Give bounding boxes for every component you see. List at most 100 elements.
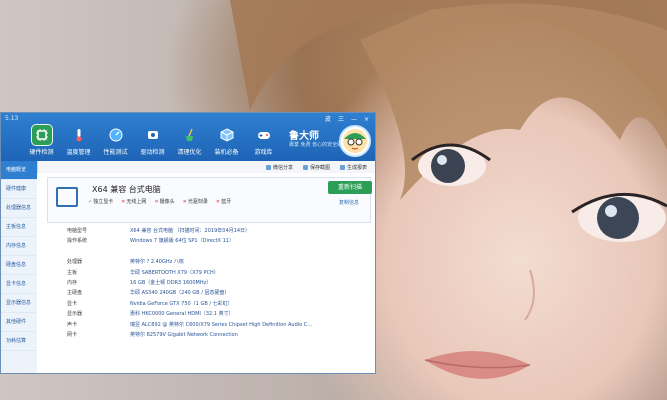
tab-performance-test[interactable]: 性能测试 bbox=[97, 125, 134, 156]
window-controls: 皮 三 — × bbox=[325, 116, 369, 124]
info-value: Windows 7 旗舰版 64位 SP1（DirectX 11） bbox=[130, 238, 234, 245]
tab-label: 温度管理 bbox=[66, 149, 91, 156]
info-key: 网卡 bbox=[67, 331, 78, 338]
action-label: 保存截图 bbox=[309, 164, 330, 171]
info-value: X64 兼容 台式电脑 （扫描时间：2019年04月14日） bbox=[130, 228, 251, 234]
check-item: ✕无线上网 bbox=[121, 198, 146, 205]
tab-essentials[interactable]: 装机必备 bbox=[208, 125, 245, 156]
info-value: 瑞昱 ALC892 @ 英特尔 C600/X79 Series Chipset … bbox=[130, 321, 313, 328]
info-value: Nvidia GeForce GTX 750（1 GB / 七彩虹） bbox=[130, 300, 233, 307]
sidebar: 电脑概览 硬件健康 处理器信息 主板信息 内存信息 硬盘信息 显卡信息 显示器信… bbox=[1, 161, 38, 373]
info-row: 网卡 英特尔 82579V Gigabit Network Connection bbox=[67, 331, 312, 341]
info-row: 声卡 瑞昱 ALC892 @ 英特尔 C600/X79 Series Chipse… bbox=[67, 321, 312, 331]
info-row-spacer bbox=[67, 248, 312, 258]
sidebar-item-memory[interactable]: 内存信息 bbox=[1, 237, 37, 256]
menu-button[interactable]: 三 bbox=[338, 116, 344, 124]
main-content: X64 兼容 台式电脑 ✓独立显卡 ✕无线上网 ✕摄像头 ✕光驱刻录 ✕蓝牙 重… bbox=[37, 173, 375, 373]
tab-label: 驱动检测 bbox=[140, 149, 165, 156]
info-key: 显卡 bbox=[67, 300, 78, 307]
gamepad-icon bbox=[254, 125, 274, 145]
driver-icon bbox=[143, 125, 163, 145]
sidebar-item-power[interactable]: 功耗估算 bbox=[1, 332, 37, 351]
info-key: 内存 bbox=[67, 279, 78, 286]
info-row: 主硬盘 华硕 AS340 240GB（240 GB / 固态硬盘） bbox=[67, 289, 312, 299]
tab-label: 游戏库 bbox=[254, 149, 273, 156]
sidebar-item-overview[interactable]: 电脑概览 bbox=[1, 161, 37, 180]
sidebar-item-monitor[interactable]: 显示器信息 bbox=[1, 294, 37, 313]
info-key: 显示器 bbox=[67, 311, 83, 318]
system-info-list: 电脑型号 X64 兼容 台式电脑 （扫描时间：2019年04月14日） 操作系统 W… bbox=[67, 227, 312, 341]
info-key: 主板 bbox=[67, 269, 78, 276]
app-version: 5.13 bbox=[5, 115, 19, 122]
mascot-icon bbox=[343, 129, 367, 153]
main-toolbar: 硬件检测 温度管理 性能测试 驱动检测 清理优化 装机必备 游戏库 bbox=[23, 124, 282, 156]
info-key: 主硬盘 bbox=[67, 290, 83, 297]
check-label: 无线上网 bbox=[126, 199, 147, 205]
info-row: 主板 华硕 SABERTOOTH X79（X79 PCH） bbox=[67, 269, 312, 279]
check-label: 摄像头 bbox=[159, 199, 175, 205]
app-window: 5.13 硬件检测 温度管理 性能测试 驱动检测 清理优化 装机必备 游戏库 鲁… bbox=[0, 112, 376, 374]
feature-checks: ✓独立显卡 ✕无线上网 ✕摄像头 ✕光驱刻录 ✕蓝牙 bbox=[88, 198, 231, 205]
action-label: 微信分享 bbox=[272, 164, 293, 171]
cube-icon bbox=[217, 125, 237, 145]
info-row: 显示器 惠科 HKC0000 General HDMI（32.1 英寸） bbox=[67, 310, 312, 320]
title-bar: 5.13 硬件检测 温度管理 性能测试 驱动检测 清理优化 装机必备 游戏库 鲁… bbox=[1, 113, 375, 161]
info-value: 英特尔 82579V Gigabit Network Connection bbox=[130, 331, 238, 338]
check-item: ✕光驱刻录 bbox=[183, 198, 208, 205]
tab-driver-check[interactable]: 驱动检测 bbox=[134, 125, 171, 156]
rescan-button[interactable]: 重新扫描 bbox=[328, 181, 372, 194]
generate-report-button[interactable]: 生成报表 bbox=[339, 164, 367, 171]
check-label: 独立显卡 bbox=[93, 199, 114, 205]
minimize-button[interactable]: — bbox=[351, 116, 357, 124]
cross-icon: ✕ bbox=[154, 199, 159, 205]
tab-games[interactable]: 游戏库 bbox=[245, 125, 282, 156]
save-screenshot-button[interactable]: 保存截图 bbox=[302, 164, 330, 171]
info-value: 华硕 AS340 240GB（240 GB / 固态硬盘） bbox=[130, 290, 230, 297]
copy-info-link[interactable]: 复制信息 bbox=[339, 199, 359, 206]
info-row: 处理器 英特尔 ? 2.40GHz 八核 bbox=[67, 258, 312, 268]
check-label: 蓝牙 bbox=[221, 199, 232, 205]
action-bar: 微信分享 保存截图 生成报表 bbox=[37, 161, 375, 173]
tab-cleanup[interactable]: 清理优化 bbox=[171, 125, 208, 156]
share-wechat-button[interactable]: 微信分享 bbox=[265, 164, 293, 171]
info-value: 惠科 HKC0000 General HDMI（32.1 英寸） bbox=[130, 311, 234, 318]
check-icon: ✓ bbox=[88, 199, 93, 205]
check-item: ✕摄像头 bbox=[154, 198, 174, 205]
pc-summary-card: X64 兼容 台式电脑 ✓独立显卡 ✕无线上网 ✕摄像头 ✕光驱刻录 ✕蓝牙 重… bbox=[47, 177, 372, 223]
sidebar-item-other[interactable]: 其他硬件 bbox=[1, 313, 37, 332]
pc-title: X64 兼容 台式电脑 bbox=[92, 185, 161, 194]
mascot-avatar[interactable] bbox=[339, 125, 371, 157]
check-item: ✕蓝牙 bbox=[216, 198, 231, 205]
tab-label: 硬件检测 bbox=[29, 149, 54, 156]
save-icon bbox=[302, 164, 308, 170]
thermometer-icon bbox=[69, 125, 89, 145]
sidebar-item-cpu[interactable]: 处理器信息 bbox=[1, 199, 37, 218]
sidebar-item-gpu[interactable]: 显卡信息 bbox=[1, 275, 37, 294]
computer-icon bbox=[56, 187, 78, 207]
sidebar-item-motherboard[interactable]: 主板信息 bbox=[1, 218, 37, 237]
info-key bbox=[67, 248, 130, 258]
wechat-icon bbox=[265, 164, 271, 170]
chip-icon bbox=[30, 124, 53, 146]
tab-label: 性能测试 bbox=[103, 149, 128, 156]
close-button[interactable]: × bbox=[364, 116, 369, 124]
skin-button[interactable]: 皮 bbox=[325, 116, 331, 124]
sidebar-item-disk[interactable]: 硬盘信息 bbox=[1, 256, 37, 275]
report-icon bbox=[339, 164, 345, 170]
info-key: 处理器 bbox=[67, 259, 83, 266]
check-label: 光驱刻录 bbox=[187, 199, 208, 205]
tab-label: 清理优化 bbox=[177, 149, 202, 156]
brand-name: 鲁大师 bbox=[289, 131, 319, 142]
info-value: 16 GB（金士顿 DDR3 1600MHz） bbox=[130, 279, 212, 286]
info-row: 电脑型号 X64 兼容 台式电脑 （扫描时间：2019年04月14日） bbox=[67, 227, 312, 237]
info-value: 英特尔 ? 2.40GHz 八核 bbox=[130, 259, 184, 266]
check-item: ✓独立显卡 bbox=[88, 198, 113, 205]
broom-icon bbox=[180, 125, 200, 145]
sidebar-item-health[interactable]: 硬件健康 bbox=[1, 180, 37, 199]
tab-hardware-check[interactable]: 硬件检测 bbox=[23, 124, 60, 156]
tab-label: 装机必备 bbox=[214, 149, 239, 156]
tab-temperature[interactable]: 温度管理 bbox=[60, 125, 97, 156]
gauge-icon bbox=[106, 125, 126, 145]
info-key: 操作系统 bbox=[67, 238, 88, 245]
action-label: 生成报表 bbox=[346, 164, 367, 171]
